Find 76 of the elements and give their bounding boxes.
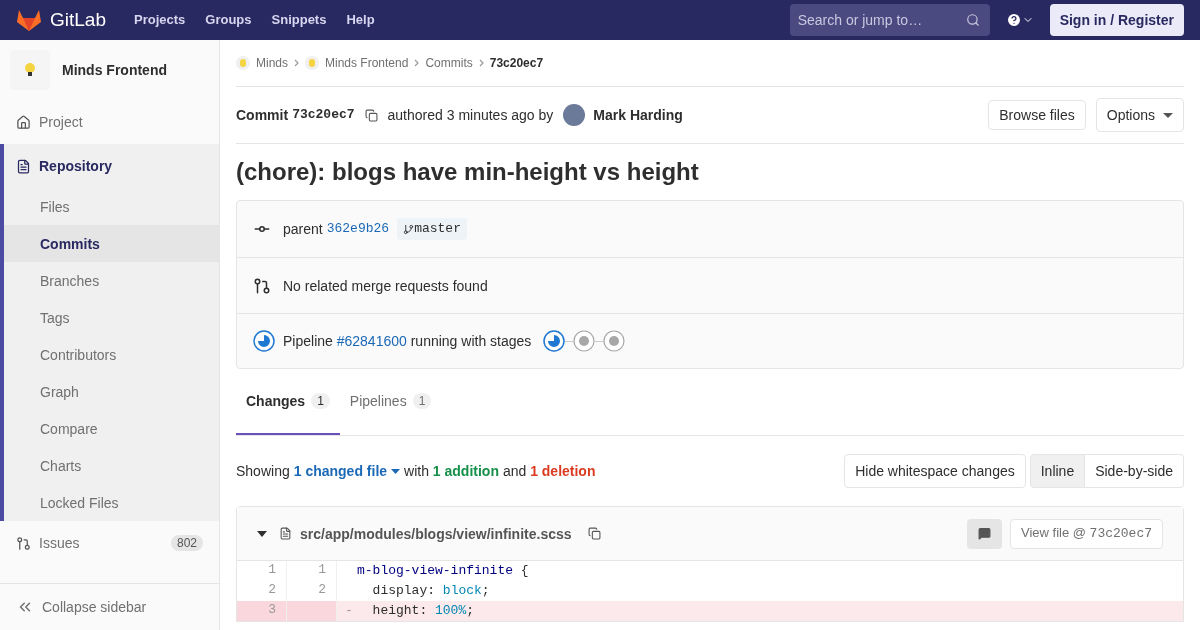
copy-icon[interactable] xyxy=(587,527,601,540)
caret-icon xyxy=(1163,112,1173,118)
search-field[interactable]: Search or jump to… xyxy=(789,4,990,36)
breadcrumb-link[interactable]: Commits xyxy=(425,55,473,71)
caret-icon xyxy=(391,468,401,474)
sign-in-button[interactable]: Sign in / Register xyxy=(1049,4,1184,36)
sidebar-subitem[interactable]: Files xyxy=(4,188,219,225)
project-name: Minds Frontend xyxy=(62,61,167,80)
fox-logo-icon xyxy=(16,8,42,32)
nav-link[interactable]: Groups xyxy=(205,10,252,30)
sidebar-item[interactable]: Project xyxy=(0,100,219,144)
commit-label: Commit xyxy=(236,106,289,125)
file-icon xyxy=(279,527,292,540)
sidebar-subitem[interactable]: Tags xyxy=(4,299,219,336)
author-avatar xyxy=(563,104,586,126)
commit-sha: 73c20ec7 xyxy=(292,105,355,124)
code-line: display: block; xyxy=(371,581,490,600)
comment-icon xyxy=(977,527,991,540)
options-button[interactable]: Options xyxy=(1095,98,1184,132)
sidebar-item[interactable]: Issues 802 xyxy=(0,521,219,565)
home-icon xyxy=(16,114,31,130)
sidebar-subitem[interactable]: Locked Files xyxy=(4,484,219,521)
collapse-sidebar-button[interactable]: Collapse sidebar xyxy=(0,583,219,630)
issues-icon xyxy=(16,535,31,551)
line-number: 3 xyxy=(237,601,287,621)
breadcrumb-link[interactable]: Minds Frontend xyxy=(325,55,409,71)
breadcrumb-link[interactable]: 73c20ec7 xyxy=(489,55,544,71)
nav-link[interactable]: Projects xyxy=(134,10,186,30)
merge-requests-text: No related merge requests found xyxy=(283,276,488,296)
view-mode-button[interactable]: Inline xyxy=(1029,454,1086,488)
tab[interactable]: Changes 1 xyxy=(236,369,340,435)
commit-title: (chore): blogs have min-height vs height xyxy=(236,160,700,184)
file-path: src/app/modules/blogs/view/infinite.scss xyxy=(300,524,572,544)
nav-link[interactable]: Help xyxy=(346,10,375,30)
sidebar-subitem[interactable]: Graph xyxy=(4,373,219,410)
hide-whitespace-button[interactable]: Hide whitespace changes xyxy=(844,454,1026,488)
tab[interactable]: Pipelines 1 xyxy=(339,369,442,435)
caret-icon[interactable] xyxy=(257,530,267,537)
parent-sha-link[interactable]: 362e9b26 xyxy=(326,219,390,239)
help-button[interactable] xyxy=(1005,12,1034,28)
author-link[interactable]: Mark Harding xyxy=(593,105,683,125)
sidebar-subitem[interactable]: Commits xyxy=(4,225,219,262)
pipeline-text: Pipeline #62841600 running with stages xyxy=(283,332,532,351)
copy-icon[interactable] xyxy=(364,108,378,122)
summary-showing: Showing xyxy=(236,462,290,481)
code-line: - height: 100%; xyxy=(344,601,475,620)
authored-text: authored 3 minutes ago by xyxy=(387,106,554,125)
browse-files-button[interactable]: Browse files xyxy=(988,100,1086,130)
sidebar-subitem[interactable]: Compare xyxy=(4,410,219,447)
brand-name: GitLab xyxy=(50,8,106,33)
chevron-right-icon xyxy=(414,59,420,67)
lightbulb-icon xyxy=(24,62,36,78)
count-badge: 1 xyxy=(412,393,432,409)
sidebar-subitem[interactable]: Charts xyxy=(4,447,219,484)
sidebar-subitem[interactable]: Contributors xyxy=(4,336,219,373)
changed-files-link[interactable]: 1 changed file xyxy=(293,461,401,481)
document-icon xyxy=(16,158,31,174)
count-badge: 802 xyxy=(170,535,203,551)
parent-label: parent xyxy=(283,220,323,239)
view-file-button[interactable]: View file @ 73c20ec7 xyxy=(1009,518,1163,549)
chevron-right-icon xyxy=(478,59,484,67)
changes-summary: with 1 addition and 1 deletion xyxy=(404,462,596,481)
search-icon xyxy=(965,13,980,27)
branch-icon xyxy=(403,223,415,235)
count-badge: 1 xyxy=(311,393,330,409)
code-line: m-blog-view-infinite { xyxy=(356,561,529,580)
view-mode-button[interactable]: Side-by-side xyxy=(1085,454,1184,488)
branch-label: master xyxy=(397,217,467,241)
comment-button[interactable] xyxy=(966,518,1002,549)
merge-request-icon xyxy=(253,276,271,295)
chevron-right-icon xyxy=(294,59,299,67)
sidebar-subitem[interactable]: Branches xyxy=(4,262,219,299)
sidebar-item[interactable]: Repository xyxy=(4,144,219,188)
pipeline-link[interactable]: #62841600 xyxy=(336,333,407,349)
nav-link[interactable]: Snippets xyxy=(271,10,327,30)
breadcrumb-link[interactable]: Minds xyxy=(256,55,288,71)
